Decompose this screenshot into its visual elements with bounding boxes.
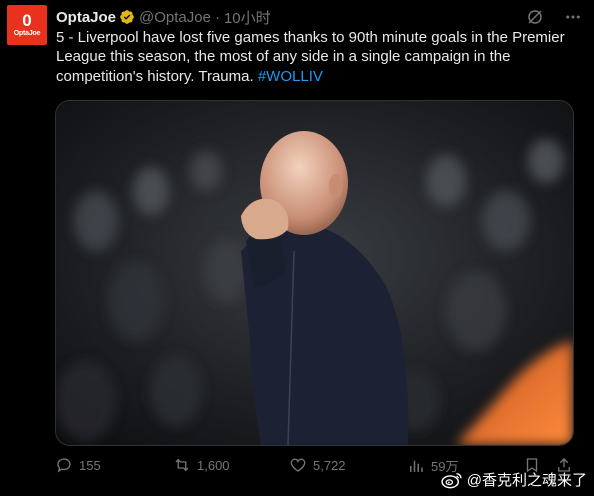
header-icons [526, 8, 582, 26]
author-display-name[interactable]: OptaJoe [56, 9, 116, 26]
retweet-icon [175, 458, 189, 472]
views-icon [410, 460, 423, 472]
tweet-text: 5 - Liverpool have lost five games thank… [56, 28, 566, 86]
watermark-text: @香克利之魂来了 [466, 472, 587, 489]
grok-icon[interactable] [526, 8, 544, 26]
header-separator: · [214, 8, 220, 26]
author-handle[interactable]: @OptaJoe [139, 9, 211, 26]
reply-count: 155 [79, 457, 101, 473]
tweet[interactable]: 0 OptaJoe OptaJoe @OptaJoe · 10小时 5 - Li… [0, 0, 594, 496]
more-options-icon[interactable] [564, 8, 582, 26]
watermark: @香克利之魂来了 [441, 469, 587, 490]
avatar-brand-text: OptaJoe [13, 29, 41, 37]
like-count: 5,722 [313, 457, 346, 473]
photo-image [56, 101, 573, 445]
like-button[interactable]: 5,722 [289, 456, 346, 474]
timestamp[interactable]: 10小时 [224, 7, 271, 28]
avatar[interactable]: 0 OptaJoe [7, 5, 47, 45]
like-icon [290, 458, 306, 472]
reply-icon [57, 458, 71, 473]
tweet-photo[interactable] [55, 100, 574, 446]
retweet-button[interactable]: 1,600 [173, 456, 230, 474]
weibo-logo-icon [441, 472, 462, 488]
hashtag-link[interactable]: #WOLLIV [258, 68, 323, 85]
reply-button[interactable]: 155 [55, 456, 101, 474]
retweet-count: 1,600 [197, 457, 230, 473]
tweet-header: OptaJoe @OptaJoe · 10小时 [56, 7, 271, 27]
verified-badge-icon[interactable] [119, 9, 135, 25]
avatar-glyph: 0 [22, 10, 32, 30]
